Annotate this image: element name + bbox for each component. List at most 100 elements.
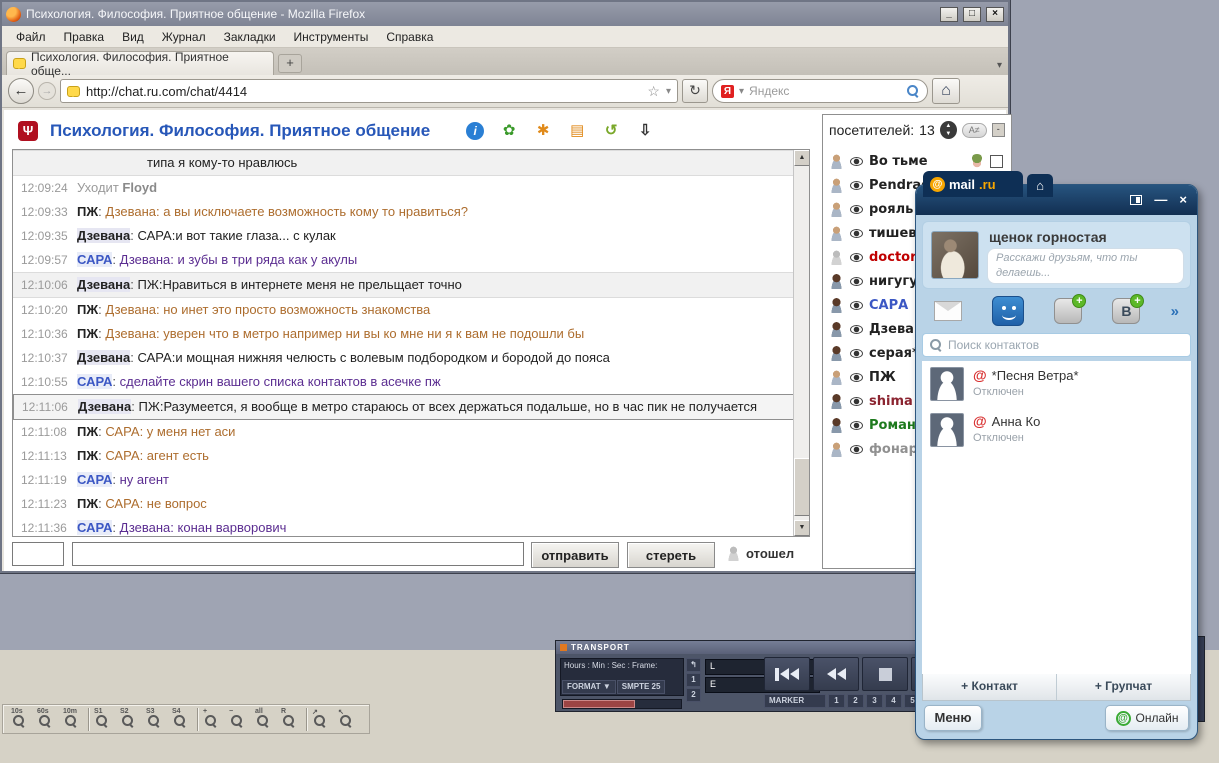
visitor-name[interactable]: ПЖ	[869, 370, 896, 385]
maximize-button[interactable]: □	[963, 6, 981, 22]
visitor-name[interactable]: doctor	[869, 250, 917, 265]
url-text[interactable]: http://chat.ru.com/chat/4414	[86, 84, 641, 99]
search-icon[interactable]	[907, 85, 919, 97]
clear-button[interactable]: стереть	[627, 542, 715, 568]
marker-button[interactable]: MARKER	[764, 694, 826, 708]
zoom-S3-button[interactable]: S3	[143, 708, 169, 731]
status-input[interactable]: Расскажи друзьям, что ты делаешь...	[987, 248, 1184, 284]
home-button[interactable]: ⌂	[932, 78, 960, 104]
agent-smiley-icon[interactable]	[992, 296, 1025, 326]
message-input[interactable]	[72, 542, 524, 566]
chat-scrollbar[interactable]: ▲ ▼	[793, 150, 809, 536]
eye-icon[interactable]	[850, 252, 863, 262]
firefox-titlebar[interactable]: Психология. Философия. Приятное общение …	[2, 2, 1008, 26]
new-tab-button[interactable]: +	[278, 54, 302, 73]
visitor-name[interactable]: shima	[869, 394, 913, 409]
visitor-name[interactable]: нигугу	[869, 274, 918, 289]
format-button[interactable]: FORMAT ▼	[562, 680, 616, 694]
zoom-−-button[interactable]: −	[226, 708, 252, 731]
refresh-icon[interactable]: ↺	[602, 122, 620, 140]
log-icon[interactable]: ▤	[568, 122, 586, 140]
menu-item-Правка[interactable]: Правка	[56, 28, 113, 46]
eye-icon[interactable]	[850, 300, 863, 310]
scrollbar-thumb[interactable]	[794, 458, 809, 516]
bookmark-star-icon[interactable]: ☆	[647, 83, 660, 100]
more-icon[interactable]: »	[1171, 303, 1179, 320]
marker-1-button[interactable]: 1	[828, 694, 845, 708]
gear-icon[interactable]: ✱	[534, 122, 552, 140]
zoom-10m-button[interactable]: 10m	[60, 708, 86, 731]
zoom-all-button[interactable]: all	[252, 708, 278, 731]
transport-small-button[interactable]: 1	[686, 673, 701, 687]
agent-minimize-button[interactable]: —	[1154, 193, 1167, 206]
url-dropdown-icon[interactable]: ▾	[666, 86, 671, 97]
search-bar[interactable]: Я ▾ Яндекс	[712, 79, 928, 103]
go-to-start-button[interactable]	[764, 657, 810, 691]
visitor-name[interactable]: САРА	[869, 298, 908, 313]
eye-icon[interactable]	[850, 372, 863, 382]
position-slider[interactable]	[562, 699, 682, 709]
scroll-down-button[interactable]: ▼	[794, 520, 809, 536]
visitor-checkbox[interactable]	[990, 154, 1003, 168]
search-engine-dropdown-icon[interactable]: ▾	[739, 86, 744, 97]
eye-icon[interactable]	[850, 444, 863, 454]
contact-item[interactable]: @ *Песня Ветра* Отключен	[930, 367, 1183, 401]
eye-icon[interactable]	[850, 156, 863, 166]
search-placeholder[interactable]: Яндекс	[749, 84, 902, 98]
nick-input[interactable]	[12, 542, 64, 566]
eye-icon[interactable]	[850, 348, 863, 358]
menu-item-Инструменты[interactable]: Инструменты	[286, 28, 377, 46]
menu-item-Закладки[interactable]: Закладки	[216, 28, 284, 46]
user-avatar[interactable]	[931, 231, 979, 279]
compact-mode-icon[interactable]	[1130, 194, 1143, 205]
menu-item-Журнал[interactable]: Журнал	[154, 28, 214, 46]
list-all-tabs-button[interactable]: ▾	[997, 60, 1002, 71]
smpte-button[interactable]: SMPTE 25	[616, 680, 666, 694]
online-status-button[interactable]: @ Онлайн	[1105, 705, 1189, 731]
eye-icon[interactable]	[850, 396, 863, 406]
contact-search-field[interactable]: Поиск контактов	[922, 333, 1191, 357]
contact-item[interactable]: @ Анна Ко Отключен	[930, 413, 1183, 447]
menu-item-Справка[interactable]: Справка	[378, 28, 441, 46]
back-button[interactable]: ←	[8, 78, 34, 104]
forward-button[interactable]: →	[38, 82, 56, 100]
add-photo-icon[interactable]: +	[1054, 294, 1087, 324]
eye-icon[interactable]	[850, 276, 863, 286]
vkontakte-icon[interactable]: B +	[1112, 294, 1145, 324]
eye-icon[interactable]	[850, 228, 863, 238]
menu-item-Файл[interactable]: Файл	[8, 28, 54, 46]
zoom-↗-button[interactable]: ↗	[309, 708, 335, 731]
zoom-↖-button[interactable]: ↖	[335, 708, 361, 731]
eye-icon[interactable]	[850, 180, 863, 190]
reload-button[interactable]: ↻	[682, 79, 708, 103]
menu-item-Вид[interactable]: Вид	[114, 28, 152, 46]
transport-small-button[interactable]: 2	[686, 688, 701, 702]
add-groupchat-button[interactable]: + Групчат	[1057, 674, 1190, 700]
url-bar[interactable]: http://chat.ru.com/chat/4414 ☆ ▾	[60, 79, 678, 103]
browser-tab[interactable]: Психология. Философия. Приятное обще...	[6, 50, 274, 78]
yandex-icon[interactable]: Я	[721, 84, 734, 98]
eye-icon[interactable]	[850, 420, 863, 430]
mail-icon[interactable]	[934, 301, 962, 321]
slider-thumb[interactable]	[563, 700, 635, 708]
mailru-brand-tab[interactable]: @ mail .ru	[923, 171, 1023, 197]
scroll-up-button[interactable]: ▲	[794, 150, 809, 166]
zoom-10s-button[interactable]: 10s	[8, 708, 34, 731]
marker-2-button[interactable]: 2	[847, 694, 864, 708]
marker-3-button[interactable]: 3	[866, 694, 883, 708]
marker-4-button[interactable]: 4	[885, 694, 902, 708]
eye-icon[interactable]	[850, 204, 863, 214]
agent-close-button[interactable]: ×	[1179, 193, 1187, 206]
minimize-button[interactable]: _	[940, 6, 958, 22]
zoom-S1-button[interactable]: S1	[91, 708, 117, 731]
visitors-spinner-button[interactable]: ▲ ▼	[939, 121, 957, 139]
agent-home-tab[interactable]: ⌂	[1027, 174, 1053, 197]
zoom-60s-button[interactable]: 60s	[34, 708, 60, 731]
transport-small-button[interactable]: ↰	[686, 658, 701, 672]
zoom-S2-button[interactable]: S2	[117, 708, 143, 731]
zoom-S4-button[interactable]: S4	[169, 708, 195, 731]
panel-collapse-button[interactable]: -	[991, 123, 1005, 137]
zoom-R-button[interactable]: R	[278, 708, 304, 731]
eye-icon[interactable]	[850, 324, 863, 334]
rewind-button[interactable]	[813, 657, 859, 691]
